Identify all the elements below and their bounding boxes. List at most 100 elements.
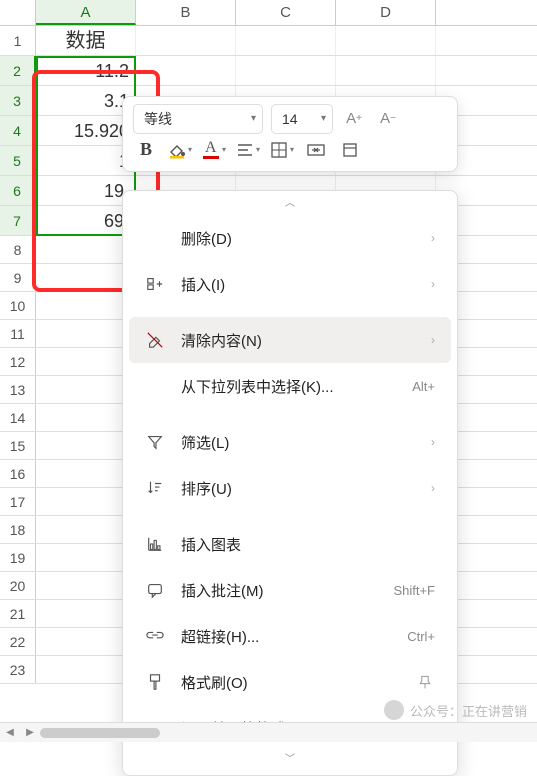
ctx-filter-label: 筛选(L) bbox=[181, 432, 407, 453]
row-header-17[interactable]: 17 bbox=[0, 488, 36, 515]
insert-icon bbox=[145, 274, 165, 294]
select-all-corner[interactable] bbox=[0, 0, 36, 25]
ctx-insert-chart[interactable]: 插入图表 bbox=[129, 521, 451, 567]
row-header-4[interactable]: 4 bbox=[0, 116, 36, 145]
row-header-18[interactable]: 18 bbox=[0, 516, 36, 543]
col-header-A[interactable]: A bbox=[36, 0, 136, 25]
row-header-9[interactable]: 9 bbox=[0, 264, 36, 291]
cell-A7[interactable]: 69. bbox=[36, 206, 136, 235]
cell-A20[interactable] bbox=[36, 572, 136, 599]
pin-icon bbox=[415, 672, 435, 692]
font-size-select[interactable]: 14 ▾ bbox=[271, 104, 333, 134]
ctx-hyperlink[interactable]: 超链接(H)... Ctrl+ bbox=[129, 613, 451, 659]
ctx-insert[interactable]: 插入(I) › bbox=[129, 261, 451, 307]
merge-icon bbox=[307, 141, 325, 159]
cell-A15[interactable] bbox=[36, 432, 136, 459]
row-header-10[interactable]: 10 bbox=[0, 292, 36, 319]
cell-B1[interactable] bbox=[136, 26, 236, 55]
row-header-13[interactable]: 13 bbox=[0, 376, 36, 403]
cell-D1[interactable] bbox=[336, 26, 436, 55]
ctx-sort[interactable]: 排序(U) › bbox=[129, 465, 451, 511]
scroll-track[interactable] bbox=[40, 728, 537, 738]
scroll-thumb[interactable] bbox=[40, 728, 160, 738]
sort-icon bbox=[145, 478, 165, 498]
font-name-select[interactable]: 等线 ▾ bbox=[133, 104, 263, 134]
fill-color-button[interactable]: ▾ bbox=[167, 135, 193, 165]
cell-A17[interactable] bbox=[36, 488, 136, 515]
row-header-8[interactable]: 8 bbox=[0, 236, 36, 263]
merge-button[interactable] bbox=[303, 135, 329, 165]
cell-A2[interactable]: 11.2 bbox=[36, 56, 136, 85]
row-header-21[interactable]: 21 bbox=[0, 600, 36, 627]
cell-A3[interactable]: 3.1 bbox=[36, 86, 136, 115]
cell-A19[interactable] bbox=[36, 544, 136, 571]
cell-A16[interactable] bbox=[36, 460, 136, 487]
font-color-button[interactable]: A ▾ bbox=[201, 135, 227, 165]
collapse-down-icon[interactable]: ﹀ bbox=[123, 751, 457, 771]
cell-A13[interactable] bbox=[36, 376, 136, 403]
row-header-14[interactable]: 14 bbox=[0, 404, 36, 431]
ctx-clear-label: 清除内容(N) bbox=[181, 330, 407, 351]
align-button[interactable]: ▾ bbox=[235, 135, 261, 165]
delete-icon bbox=[145, 228, 165, 248]
scroll-left-button[interactable]: ◀ bbox=[0, 727, 20, 738]
row-header-16[interactable]: 16 bbox=[0, 460, 36, 487]
row-header-23[interactable]: 23 bbox=[0, 656, 36, 683]
ctx-format-painter[interactable]: 格式刷(O) bbox=[129, 659, 451, 705]
cell-D2[interactable] bbox=[336, 56, 436, 85]
cell-A11[interactable] bbox=[36, 320, 136, 347]
row-header-6[interactable]: 6 bbox=[0, 176, 36, 205]
border-button[interactable]: ▾ bbox=[269, 135, 295, 165]
row-header-1[interactable]: 1 bbox=[0, 26, 36, 55]
col-header-B[interactable]: B bbox=[136, 0, 236, 25]
ctx-chart-label: 插入图表 bbox=[181, 534, 435, 555]
cell-A18[interactable] bbox=[36, 516, 136, 543]
ctx-dropdown-shortcut: Alt+ bbox=[412, 379, 435, 394]
decrease-font-button[interactable]: A− bbox=[375, 104, 401, 134]
cell-C1[interactable] bbox=[236, 26, 336, 55]
row-header-20[interactable]: 20 bbox=[0, 572, 36, 599]
cell-A12[interactable] bbox=[36, 348, 136, 375]
cell-A8[interactable] bbox=[36, 236, 136, 263]
ctx-filter[interactable]: 筛选(L) › bbox=[129, 419, 451, 465]
row-header-22[interactable]: 22 bbox=[0, 628, 36, 655]
row-header-7[interactable]: 7 bbox=[0, 206, 36, 235]
cell-B2[interactable] bbox=[136, 56, 236, 85]
chevron-down-icon: ▾ bbox=[321, 113, 326, 124]
chevron-right-icon: › bbox=[431, 277, 435, 291]
cell-A14[interactable] bbox=[36, 404, 136, 431]
cell-C2[interactable] bbox=[236, 56, 336, 85]
eraser-icon bbox=[145, 330, 165, 350]
col-header-C[interactable]: C bbox=[236, 0, 336, 25]
cell-A23[interactable] bbox=[36, 656, 136, 683]
ctx-dropdown-select[interactable]: 从下拉列表中选择(K)... Alt+ bbox=[129, 363, 451, 409]
fill-bucket-icon bbox=[168, 141, 186, 159]
ctx-delete[interactable]: 删除(D) › bbox=[129, 215, 451, 261]
increase-font-button[interactable]: A+ bbox=[341, 104, 367, 134]
ctx-sort-label: 排序(U) bbox=[181, 478, 407, 499]
row-header-19[interactable]: 19 bbox=[0, 544, 36, 571]
cell-A10[interactable] bbox=[36, 292, 136, 319]
cell-A22[interactable] bbox=[36, 628, 136, 655]
format-button[interactable] bbox=[337, 135, 363, 165]
scroll-right-button[interactable]: ▶ bbox=[20, 727, 40, 738]
col-header-D[interactable]: D bbox=[336, 0, 436, 25]
ctx-insert-comment[interactable]: 插入批注(M) Shift+F bbox=[129, 567, 451, 613]
cell-A5[interactable]: 1 bbox=[36, 146, 136, 175]
cell-A1[interactable]: 数据 bbox=[36, 26, 136, 55]
row-header-12[interactable]: 12 bbox=[0, 348, 36, 375]
chevron-down-icon: ▾ bbox=[188, 145, 192, 154]
bold-button[interactable]: B bbox=[133, 135, 159, 165]
row-header-5[interactable]: 5 bbox=[0, 146, 36, 175]
cell-A6[interactable]: 19. bbox=[36, 176, 136, 205]
cell-A9[interactable] bbox=[36, 264, 136, 291]
collapse-up-icon[interactable]: ︿ bbox=[123, 195, 457, 215]
cell-A4[interactable]: 15.920 bbox=[36, 116, 136, 145]
row-header-3[interactable]: 3 bbox=[0, 86, 36, 115]
row-header-11[interactable]: 11 bbox=[0, 320, 36, 347]
row-header-2[interactable]: 2 bbox=[0, 56, 36, 85]
row-header-15[interactable]: 15 bbox=[0, 432, 36, 459]
horizontal-scrollbar[interactable]: ◀ ▶ bbox=[0, 722, 537, 742]
ctx-clear-contents[interactable]: 清除内容(N) › bbox=[129, 317, 451, 363]
cell-A21[interactable] bbox=[36, 600, 136, 627]
